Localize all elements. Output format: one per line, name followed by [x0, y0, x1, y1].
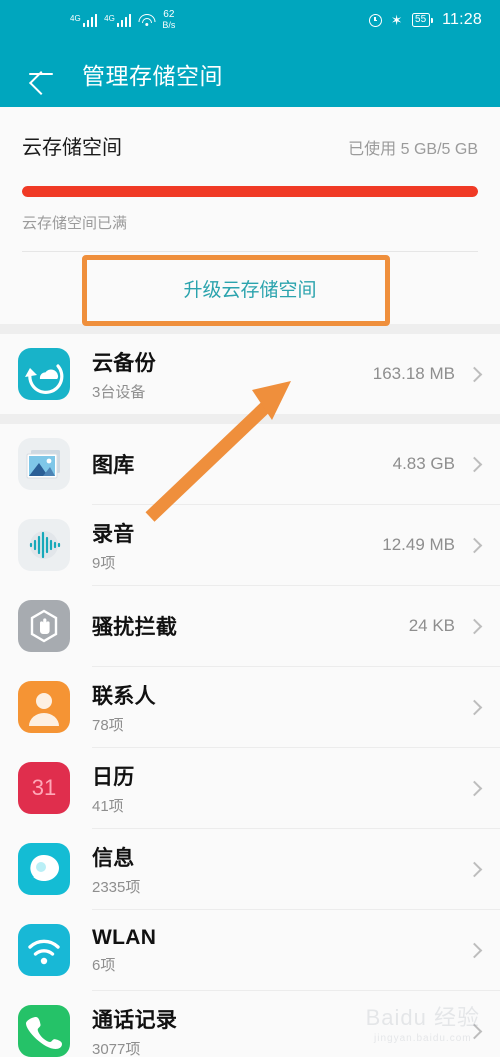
list-item-texts: 通话记录 3077项 — [92, 1004, 469, 1057]
chevron-right-icon — [466, 618, 483, 634]
calendar-icon: 31 — [18, 762, 70, 814]
list-item-texts: 云备份 3台设备 — [92, 347, 373, 402]
section-gap — [0, 414, 500, 424]
list-item-name: 日历 — [92, 765, 135, 789]
chevron-right-icon — [466, 861, 483, 877]
cloud-storage-progress-bar — [22, 186, 478, 197]
signal-2-icon: 4G — [104, 13, 132, 27]
list-item-texts: 图库 — [92, 449, 393, 479]
cloud-storage-used-label: 已使用 5 GB/5 GB — [348, 141, 478, 158]
list-item-subtitle: 3077项 — [92, 1040, 141, 1057]
list-item-texts: 联系人 78项 — [92, 680, 469, 735]
phone-screen: 4G 4G 62 B/s ✶ 55 11:28 管理存储空间 云存储空间 已使用… — [0, 0, 500, 1057]
network-speed-unit: B/s — [162, 20, 176, 30]
list-item-size: 163.18 MB — [372, 364, 455, 383]
list-item-texts: 信息 2335项 — [92, 842, 469, 897]
cloud-storage-full-note: 云存储空间已满 — [22, 215, 128, 232]
battery-icon: 55 — [411, 13, 434, 27]
list-item[interactable]: 录音 9项 12.49 MB — [0, 505, 500, 585]
signal-2-bars — [116, 13, 132, 27]
list-item-subtitle: 9项 — [92, 554, 116, 572]
list-item-name: 图库 — [92, 454, 135, 477]
list-item-size: 4.83 GB — [392, 454, 455, 473]
list-item-name: 录音 — [92, 522, 135, 546]
list-item-subtitle: 41项 — [92, 797, 124, 815]
network-speed: 62 B/s — [162, 10, 175, 30]
signal-1-gen-label: 4G — [70, 14, 81, 23]
app-bar: 管理存储空间 — [0, 40, 500, 107]
page-title: 管理存储空间 — [82, 62, 223, 89]
list-item-name: WLAN — [92, 925, 157, 949]
status-bar: 4G 4G 62 B/s ✶ 55 11:28 — [0, 0, 500, 40]
list-item-texts: WLAN 6项 — [92, 926, 469, 975]
recorder-icon — [18, 519, 70, 571]
list-item-name: 云备份 — [92, 351, 156, 375]
list-item[interactable]: 骚扰拦截 24 KB — [0, 586, 500, 666]
list-item-subtitle: 78项 — [92, 716, 124, 734]
upgrade-cloud-storage-row[interactable]: 升级云存储空间 — [0, 252, 500, 324]
cloud-storage-progress-fill — [22, 186, 478, 197]
cloud-storage-card: 云存储空间 已使用 5 GB/5 GB 云存储空间已满 — [0, 107, 500, 252]
list-item-texts: 录音 9项 — [92, 518, 382, 573]
list-item-texts: 日历 41项 — [92, 761, 469, 816]
list-item-subtitle: 6项 — [92, 956, 116, 974]
list-item[interactable]: WLAN 6项 — [0, 910, 500, 990]
list-item[interactable]: 图库 4.83 GB — [0, 424, 500, 504]
list-item[interactable]: 信息 2335项 — [0, 829, 500, 909]
messages-icon — [18, 843, 70, 895]
list-item[interactable]: 联系人 78项 — [0, 667, 500, 747]
list-item-size: 12.49 MB — [382, 535, 455, 554]
back-arrow-icon[interactable] — [24, 57, 58, 91]
chevron-right-icon — [466, 456, 483, 472]
list-item[interactable]: 31 日历 41项 — [0, 748, 500, 828]
chevron-right-icon — [466, 537, 483, 553]
list-item-name: 联系人 — [92, 684, 156, 708]
cloud-storage-title: 云存储空间 — [22, 137, 122, 159]
signal-1-icon: 4G — [70, 13, 98, 27]
network-speed-value: 62 — [163, 9, 175, 20]
list-item-texts: 骚扰拦截 — [92, 611, 409, 641]
wifi-icon — [138, 13, 156, 27]
list-item-size: 24 KB — [408, 616, 455, 635]
signal-2-gen-label: 4G — [104, 14, 115, 23]
contacts-icon — [18, 681, 70, 733]
alarm-icon — [368, 13, 382, 27]
cloud-storage-header: 云存储空间 已使用 5 GB/5 GB — [22, 131, 478, 160]
chevron-right-icon — [466, 1023, 483, 1039]
wlan-icon — [18, 924, 70, 976]
storage-item-list: 云备份 3台设备 163.18 MB 图库 4.83 GB 录音 9项 12.49 MB 骚扰拦… — [0, 334, 500, 1057]
chevron-right-icon — [466, 366, 483, 382]
upgrade-cloud-storage-button[interactable]: 升级云存储空间 — [183, 275, 316, 302]
status-bar-right: ✶ 55 11:28 — [368, 11, 482, 29]
signal-1-bars — [82, 13, 98, 27]
list-item-name: 通话记录 — [92, 1008, 178, 1032]
list-item-subtitle: 3台设备 — [92, 383, 146, 401]
status-bar-left: 4G 4G 62 B/s — [18, 10, 175, 30]
clock-label: 11:28 — [442, 11, 482, 28]
bluetooth-icon: ✶ — [390, 12, 403, 28]
list-item-name: 骚扰拦截 — [92, 616, 178, 639]
list-item-name: 信息 — [92, 846, 135, 870]
cloud-backup-icon — [18, 348, 70, 400]
chevron-right-icon — [466, 942, 483, 958]
list-item[interactable]: 通话记录 3077项 — [0, 991, 500, 1057]
chevron-right-icon — [466, 780, 483, 796]
list-item[interactable]: 云备份 3台设备 163.18 MB — [0, 334, 500, 414]
gallery-icon — [18, 438, 70, 490]
section-gap — [0, 324, 500, 334]
block-icon — [18, 600, 70, 652]
list-item-subtitle: 2335项 — [92, 878, 141, 896]
chevron-right-icon — [466, 699, 483, 715]
battery-percent-label: 55 — [411, 13, 430, 27]
call-log-icon — [18, 1005, 70, 1057]
